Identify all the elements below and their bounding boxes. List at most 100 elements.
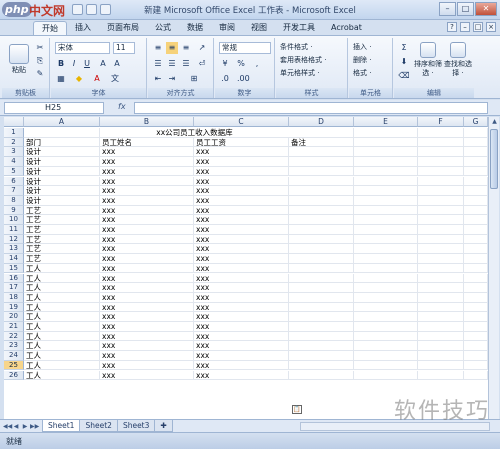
cell[interactable]: xxx (100, 205, 194, 216)
cell[interactable] (418, 273, 464, 284)
cell[interactable]: 工艺 (24, 225, 100, 235)
cell[interactable] (418, 137, 464, 148)
column-header[interactable]: G (464, 117, 488, 127)
cell[interactable]: xxx (100, 215, 194, 225)
cell[interactable] (464, 166, 488, 177)
row-header[interactable]: 18 (4, 292, 24, 303)
cell[interactable] (289, 186, 354, 196)
cell[interactable] (418, 312, 464, 322)
cell[interactable] (289, 254, 354, 264)
cell[interactable] (418, 147, 464, 158)
cell-styles-button[interactable]: 单元格样式 · (280, 68, 319, 78)
row-header[interactable]: 19 (4, 302, 24, 313)
row-header[interactable]: 14 (4, 254, 24, 264)
insert-sheet-icon[interactable]: ✚ (154, 420, 173, 432)
cell[interactable]: 工艺 (24, 254, 100, 264)
align-center-icon[interactable]: ☰ (166, 58, 178, 70)
format-table-button[interactable]: 套用表格格式 · (280, 55, 326, 65)
cell[interactable] (289, 312, 354, 322)
format-cells-button[interactable]: 格式 · (353, 68, 371, 78)
cell[interactable] (354, 147, 418, 158)
ribbon-tab[interactable]: 公式 (147, 21, 179, 35)
cell[interactable] (418, 157, 464, 167)
cell[interactable]: 工人 (24, 322, 100, 332)
cell[interactable]: xxx (100, 166, 194, 177)
percent-icon[interactable]: % (235, 58, 247, 70)
cell[interactable] (464, 360, 488, 371)
cell[interactable] (418, 341, 464, 352)
cell[interactable] (464, 128, 488, 138)
row-header[interactable]: 25 (4, 360, 24, 371)
cell[interactable]: 工人 (24, 360, 100, 371)
cell[interactable] (418, 244, 464, 255)
cell[interactable] (464, 215, 488, 225)
cell[interactable]: 工人 (24, 263, 100, 274)
row-header[interactable]: 8 (4, 195, 24, 206)
next-sheet-icon[interactable]: ▶ (21, 422, 29, 431)
column-header[interactable]: C (194, 117, 289, 127)
decrease-indent-icon[interactable]: ⇤ (152, 73, 164, 85)
cell[interactable]: xxx (194, 283, 289, 293)
cell[interactable] (464, 195, 488, 206)
cell[interactable]: xxx (194, 351, 289, 361)
cell[interactable]: xxx (100, 225, 194, 235)
row-header[interactable]: 24 (4, 351, 24, 361)
increase-decimal-icon[interactable]: .0 (219, 73, 231, 85)
cell[interactable] (464, 302, 488, 313)
cell[interactable]: 设计 (24, 186, 100, 196)
cell[interactable]: xxx (100, 147, 194, 158)
close-button[interactable]: ✕ (475, 2, 497, 16)
cell[interactable] (289, 341, 354, 352)
header-cell[interactable]: 员工工资 (194, 137, 289, 148)
cell[interactable]: 设计 (24, 195, 100, 206)
cell[interactable] (289, 292, 354, 303)
cell[interactable] (354, 195, 418, 206)
row-header[interactable]: 11 (4, 225, 24, 235)
vertical-scrollbar[interactable]: ▲ (488, 117, 499, 419)
cell[interactable]: 设计 (24, 147, 100, 158)
cell[interactable] (289, 331, 354, 342)
cell[interactable]: 工人 (24, 312, 100, 322)
font-color-icon[interactable]: A (91, 73, 103, 85)
cell[interactable] (354, 322, 418, 332)
italic-icon[interactable]: I (68, 58, 80, 70)
cell[interactable]: 工艺 (24, 215, 100, 225)
cell[interactable]: xxx (100, 331, 194, 342)
font-size-select[interactable]: 11 (113, 42, 135, 54)
paste-button[interactable]: 粘贴 (8, 44, 30, 75)
cell[interactable] (418, 254, 464, 264)
row-header[interactable]: 9 (4, 205, 24, 216)
cell[interactable] (464, 322, 488, 332)
cell[interactable] (418, 351, 464, 361)
cell[interactable] (289, 128, 354, 138)
row-header[interactable]: 17 (4, 283, 24, 293)
fill-icon[interactable]: ⬇ (398, 56, 410, 68)
last-sheet-icon[interactable]: ▶▶ (30, 422, 39, 431)
find-select-button[interactable]: 查找和选择 · (444, 42, 472, 78)
cell[interactable] (464, 225, 488, 235)
header-cell[interactable]: 员工姓名 (100, 137, 194, 148)
cell[interactable] (289, 273, 354, 284)
grow-font-icon[interactable]: A (97, 58, 109, 70)
cell[interactable] (289, 157, 354, 167)
help-icon[interactable]: ? (447, 22, 457, 32)
minimize-button[interactable]: – (439, 2, 456, 16)
cell[interactable]: xxx (100, 234, 194, 245)
conditional-format-button[interactable]: 条件格式 · (280, 42, 312, 52)
cell[interactable] (464, 331, 488, 342)
row-header[interactable]: 4 (4, 157, 24, 167)
clear-icon[interactable]: ⌫ (398, 70, 410, 82)
cell[interactable] (464, 312, 488, 322)
restore-icon[interactable]: □ (473, 22, 483, 32)
cell[interactable] (289, 195, 354, 206)
cell[interactable]: xxx (100, 370, 194, 381)
row-header[interactable]: 23 (4, 341, 24, 352)
row-header[interactable]: 26 (4, 370, 24, 381)
cell[interactable] (354, 360, 418, 371)
cell[interactable]: 设计 (24, 176, 100, 187)
cell[interactable] (464, 292, 488, 303)
cell[interactable] (418, 283, 464, 293)
column-header[interactable]: A (24, 117, 100, 127)
formula-input[interactable] (134, 102, 488, 114)
ribbon-tab[interactable]: 审阅 (211, 21, 243, 35)
